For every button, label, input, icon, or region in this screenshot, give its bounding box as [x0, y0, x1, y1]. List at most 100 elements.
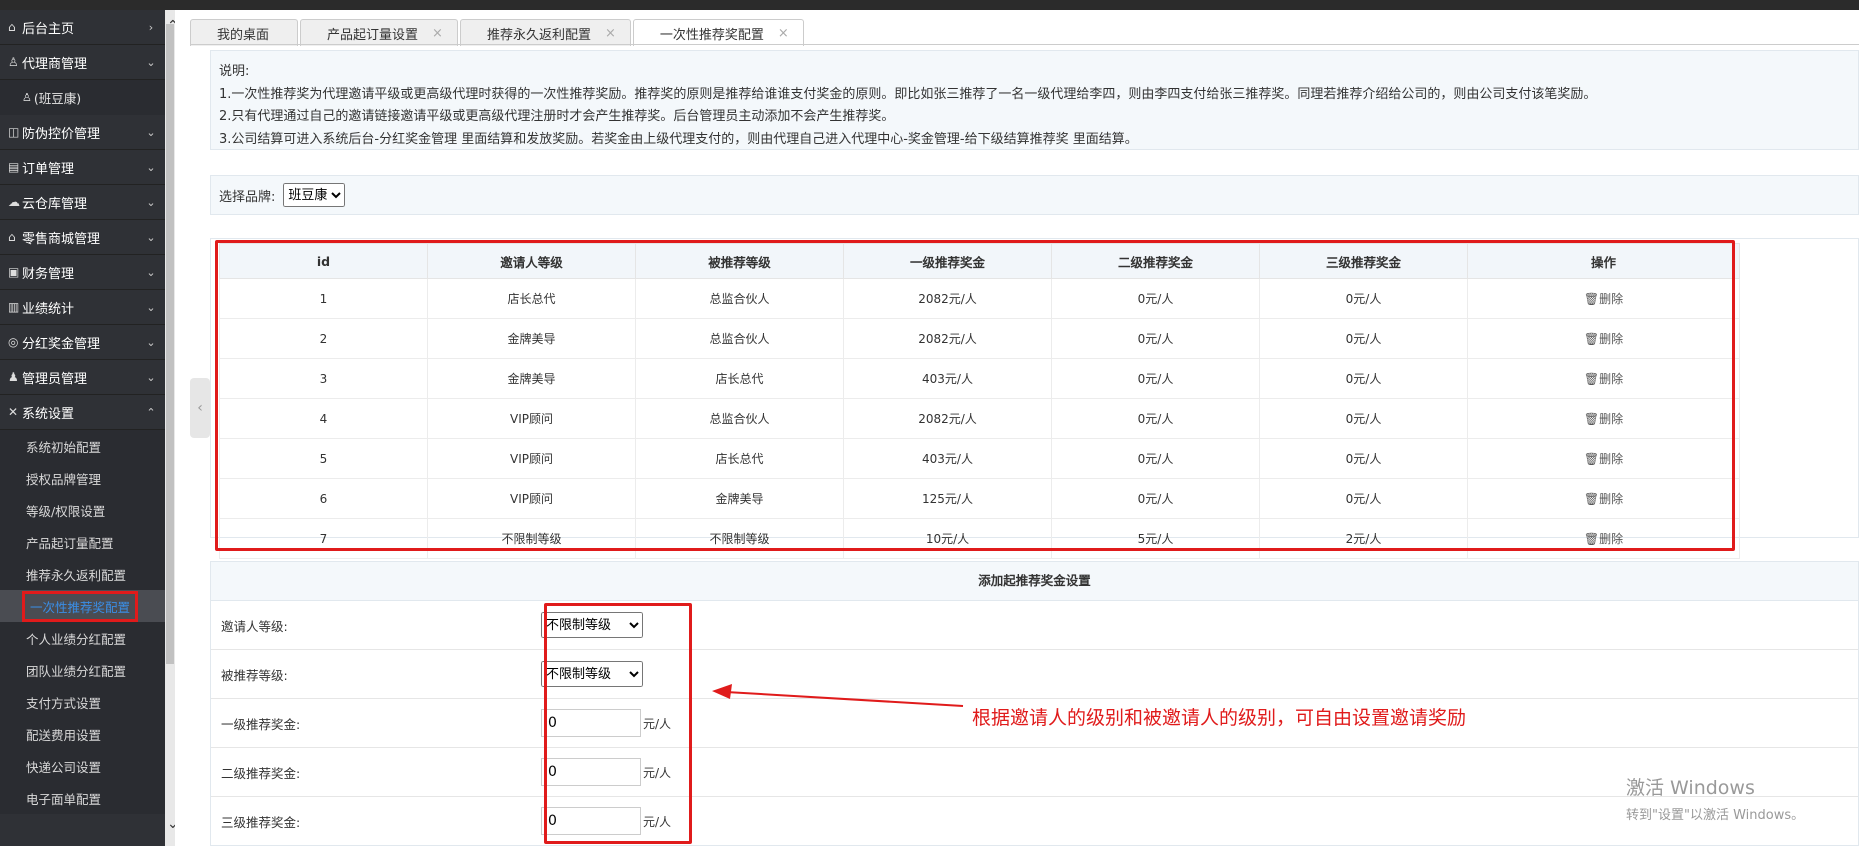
chevron-up-icon: ⌃ — [146, 405, 156, 419]
level2-bonus-input[interactable] — [541, 758, 641, 786]
sidebar-item-orders[interactable]: ▤ 订单管理 ⌄ — [0, 150, 165, 185]
invitee-level-select[interactable]: 不限制等级 — [541, 661, 643, 687]
inviter-level-select[interactable]: 不限制等级 — [541, 612, 643, 638]
table-row: 5 VIP顾问 店长总代 403元/人 0元/人 0元/人 🗑删除 — [219, 438, 1740, 479]
form-row-invitee: 被推荐等级: 不限制等级 — [211, 650, 1858, 699]
chevron-down-icon: ⌄ — [146, 335, 156, 349]
windows-activation-watermark: 激活 Windows 转到"设置"以激活 Windows。 — [1626, 777, 1805, 823]
level1-bonus-input[interactable] — [541, 709, 641, 737]
col-level2-bonus: 二级推荐奖金 — [1051, 243, 1260, 279]
trash-icon: 🗑 — [1583, 332, 1600, 346]
close-icon[interactable]: × — [432, 26, 443, 41]
sidebar-subitem-onetime-referral[interactable]: 一次性推荐奖配置 — [0, 590, 165, 622]
delete-button[interactable]: 🗑删除 — [1584, 452, 1623, 466]
shield-icon: ◫ — [8, 125, 20, 139]
sidebar-subitem-rebate[interactable]: 推荐永久返利配置 — [0, 558, 165, 590]
sidebar-subitem-agent[interactable]: ♙ (班豆康) — [0, 80, 165, 115]
trash-icon: 🗑 — [1583, 372, 1600, 386]
description-panel: 说明: 1.一次性推荐奖为代理邀请平级或更高级代理时获得的一次性推荐奖励。推荐奖… — [210, 50, 1859, 150]
col-inviter-level: 邀请人等级 — [427, 243, 636, 279]
sidebar-item-cloud[interactable]: ☁ 云仓库管理 ⌄ — [0, 185, 165, 220]
sidebar-subitem-waybill[interactable]: 电子面单配置 — [0, 782, 165, 814]
delete-button[interactable]: 🗑删除 — [1584, 492, 1623, 506]
delete-button[interactable]: 🗑删除 — [1584, 372, 1623, 386]
brand-selector-row: 选择品牌: 班豆康 — [210, 175, 1859, 215]
referral-table: id 邀请人等级 被推荐等级 一级推荐奖金 二级推荐奖金 三级推荐奖金 操作 1… — [219, 243, 1740, 559]
order-icon: ▤ — [8, 160, 20, 174]
sidebar-item-finance[interactable]: ▣ 财务管理 ⌄ — [0, 255, 165, 290]
trash-icon: 🗑 — [1583, 532, 1600, 546]
form-row-inviter: 邀请人等级: 不限制等级 — [211, 601, 1858, 650]
sidebar-item-agents[interactable]: ♙ 代理商管理 ⌄ — [0, 45, 165, 80]
finance-icon: ▣ — [8, 265, 20, 279]
close-icon[interactable]: × — [605, 26, 616, 41]
sidebar-subitem-shipping-fee[interactable]: 配送费用设置 — [0, 718, 165, 750]
form-row-level2: 二级推荐奖金: 元/人 — [211, 748, 1858, 797]
table-row: 2 金牌美导 总监合伙人 2082元/人 0元/人 0元/人 🗑删除 — [219, 318, 1740, 359]
sidebar-subitem-moq[interactable]: 产品起订量配置 — [0, 526, 165, 558]
level2-bonus-label: 二级推荐奖金: — [221, 765, 301, 781]
col-actions: 操作 — [1467, 243, 1740, 279]
sidebar-scrollbar[interactable] — [165, 10, 175, 846]
delete-button[interactable]: 🗑删除 — [1584, 532, 1623, 546]
sidebar-item-anticounterfeit[interactable]: ◫ 防伪控价管理 ⌄ — [0, 115, 165, 150]
chevron-down-icon: ⌄ — [146, 265, 156, 279]
sidebar-subitem-brands[interactable]: 授权品牌管理 — [0, 462, 165, 494]
tab-moq[interactable]: 产品起订量设置 × — [300, 19, 458, 46]
sidebar-subitem-team-dividend[interactable]: 团队业绩分红配置 — [0, 654, 165, 686]
sidebar-item-home[interactable]: ⌂ 后台主页 › — [0, 10, 165, 45]
chevron-down-icon: ⌄ — [146, 195, 156, 209]
invitee-level-label: 被推荐等级: — [221, 667, 288, 683]
annotation-text: 根据邀请人的级别和被邀请人的级别，可自由设置邀请奖励 — [972, 707, 1467, 729]
chevron-down-icon: ⌄ — [146, 370, 156, 384]
sidebar-subitem-personal-dividend[interactable]: 个人业绩分红配置 — [0, 622, 165, 654]
referral-table-panel: id 邀请人等级 被推荐等级 一级推荐奖金 二级推荐奖金 三级推荐奖金 操作 1… — [210, 238, 1859, 559]
collapse-sidebar-icon[interactable]: ‹ — [190, 378, 210, 438]
chevron-down-icon: ⌄ — [146, 300, 156, 314]
shop-icon: ⌂ — [8, 230, 16, 244]
tab-divider — [190, 44, 1859, 45]
trash-icon: 🗑 — [1583, 292, 1600, 306]
sidebar-item-bonus[interactable]: ◎ 分红奖金管理 ⌄ — [0, 325, 165, 360]
description-title: 说明: — [219, 64, 250, 79]
level3-bonus-label: 三级推荐奖金: — [221, 814, 301, 830]
delete-button[interactable]: 🗑删除 — [1584, 332, 1623, 346]
scrollbar-thumb[interactable] — [166, 24, 174, 664]
sidebar-subitem-payment[interactable]: 支付方式设置 — [0, 686, 165, 718]
chevron-down-icon: ⌄ — [146, 230, 156, 244]
sidebar-item-stats[interactable]: ▥ 业绩统计 ⌄ — [0, 290, 165, 325]
table-row: 7 不限制等级 不限制等级 10元/人 5元/人 2元/人 🗑删除 — [219, 518, 1740, 559]
delete-button[interactable]: 🗑删除 — [1584, 412, 1623, 426]
description-line-2: 2.只有代理通过自己的邀请链接邀请平级或更高级代理注册时才会产生推荐奖。后台管理… — [219, 109, 895, 124]
sidebar-item-retail[interactable]: ⌂ 零售商城管理 ⌄ — [0, 220, 165, 255]
brand-select[interactable]: 班豆康 — [283, 183, 346, 207]
inviter-level-label: 邀请人等级: — [221, 618, 288, 634]
trash-icon: 🗑 — [1583, 412, 1600, 426]
sidebar-subitem-init[interactable]: 系统初始配置 — [0, 430, 165, 462]
delete-button[interactable]: 🗑删除 — [1584, 292, 1623, 306]
table-header-row: id 邀请人等级 被推荐等级 一级推荐奖金 二级推荐奖金 三级推荐奖金 操作 — [219, 243, 1740, 279]
trash-icon: 🗑 — [1583, 492, 1600, 506]
close-icon[interactable]: × — [778, 26, 789, 41]
settings-icon: ✕ — [8, 405, 19, 419]
user-icon: ♙ — [22, 91, 32, 104]
sidebar-subitem-courier[interactable]: 快递公司设置 — [0, 750, 165, 782]
bonus-icon: ◎ — [8, 335, 19, 349]
tab-rebate[interactable]: 推荐永久返利配置 × — [459, 19, 631, 46]
col-id: id — [219, 243, 428, 279]
table-row: 1 店长总代 总监合伙人 2082元/人 0元/人 0元/人 🗑删除 — [219, 278, 1740, 319]
level3-bonus-input[interactable] — [541, 807, 641, 835]
sidebar-item-settings[interactable]: ✕ 系统设置 ⌃ — [0, 395, 165, 430]
form-title: 添加起推荐奖金设置 — [211, 562, 1858, 601]
chevron-down-icon: ⌄ — [146, 160, 156, 174]
table-row: 6 VIP顾问 金牌美导 125元/人 0元/人 0元/人 🗑删除 — [219, 478, 1740, 519]
brand-label: 选择品牌: — [219, 189, 276, 205]
tab-desktop[interactable]: 我的桌面 — [190, 19, 299, 46]
sidebar-subitem-levels[interactable]: 等级/权限设置 — [0, 494, 165, 526]
tab-onetime-referral[interactable]: 一次性推荐奖配置 × — [632, 19, 804, 46]
sidebar-item-admins[interactable]: ♟ 管理员管理 ⌄ — [0, 360, 165, 395]
chevron-down-icon: ⌄ — [146, 125, 156, 139]
chevron-down-icon: ⌄ — [146, 55, 156, 69]
table-row: 3 金牌美导 店长总代 403元/人 0元/人 0元/人 🗑删除 — [219, 358, 1740, 399]
col-invitee-level: 被推荐等级 — [635, 243, 844, 279]
